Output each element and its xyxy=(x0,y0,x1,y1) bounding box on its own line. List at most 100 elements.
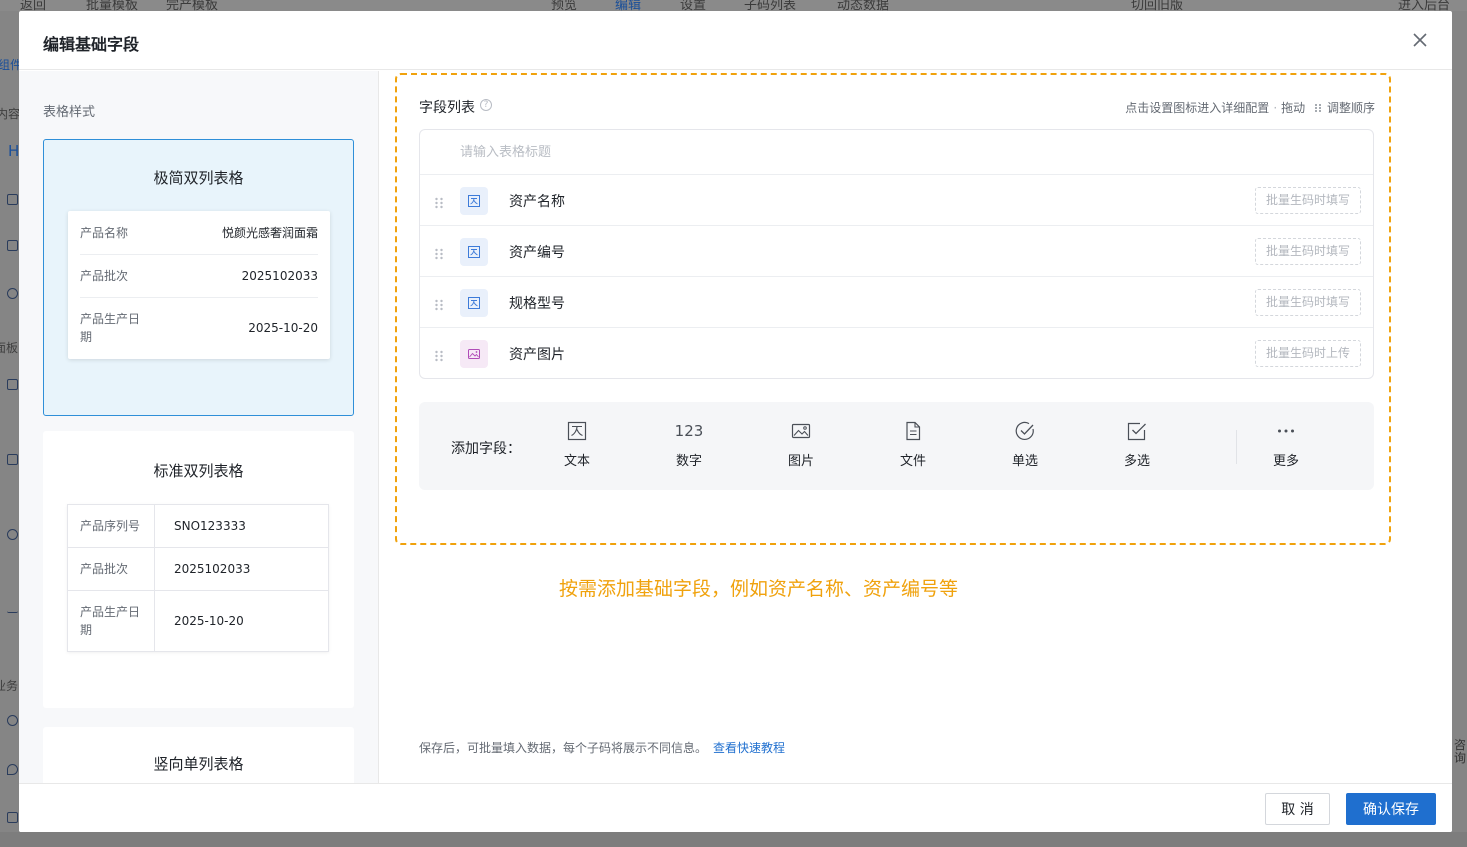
bg-left-frag: 组件 xyxy=(0,58,19,72)
add-field-bar: 添加字段： 文本 123 数字 图片 文件 单选 多选 更多 xyxy=(419,402,1374,490)
bg-left-frag: H xyxy=(8,142,19,160)
field-name: 资产编号 xyxy=(509,245,565,261)
bg-breadcrumb-2: 完产模板 xyxy=(166,0,219,11)
bg-switch-old: 切回旧版 xyxy=(1131,0,1184,11)
background-bottom xyxy=(0,832,1467,847)
file-icon xyxy=(906,421,921,441)
add-single-choice-button[interactable]: 单选 xyxy=(990,420,1060,474)
background-topbar: 返回 批量模板 完产模板 预览 编辑 设置 子码列表 动态数据 切回旧版 进入后… xyxy=(0,0,1467,11)
bg-edit-icon xyxy=(7,454,18,465)
style-card-title: 竖向单列表格 xyxy=(153,755,244,773)
modal-header: 编辑基础字段 xyxy=(19,11,1452,70)
more-field-types-button[interactable]: 更多 xyxy=(1251,420,1321,474)
modal-footer: 取 消 确认保存 xyxy=(19,783,1452,832)
field-fill-mode-tag: 批量生码时填写 xyxy=(1255,187,1361,214)
drag-handle-icon[interactable] xyxy=(434,347,444,362)
annotation-text: 按需添加基础字段，例如资产名称、资产编号等 xyxy=(559,578,959,600)
field-fill-mode-tag: 批量生码时填写 xyxy=(1255,289,1361,316)
table-style-panel: 表格样式 极简双列表格 产品名称 悦颜光感奢润面霜 产品批次 202510203… xyxy=(19,71,379,783)
field-name: 资产名称 xyxy=(509,194,565,210)
preview-table: 产品名称 悦颜光感奢润面霜 产品批次 2025102033 产品生产日期 202… xyxy=(68,211,330,359)
bg-breadcrumb-1: 批量模板 xyxy=(86,0,139,11)
field-fill-mode-tag: 批量生码时上传 xyxy=(1255,340,1361,367)
background-left-sidebar: 组件 内容 H 面板 业务 xyxy=(0,11,19,847)
field-row[interactable]: 资产名称 批量生码时填写 xyxy=(420,175,1373,226)
image-icon xyxy=(460,340,488,368)
bg-tab-dynamic: 动态数据 xyxy=(837,0,890,11)
field-name: 资产图片 xyxy=(509,347,565,363)
bg-list-icon xyxy=(7,194,18,205)
bg-consult-label: 咨询 xyxy=(1454,738,1467,765)
bg-image-icon xyxy=(7,240,18,251)
table-title-input[interactable] xyxy=(420,130,1373,175)
style-card-minimal[interactable]: 极简双列表格 产品名称 悦颜光感奢润面霜 产品批次 2025102033 产品生… xyxy=(43,139,354,416)
field-row[interactable]: 资产图片 批量生码时上传 xyxy=(420,328,1373,379)
hint-text: 点击设置图标进入详细配置 xyxy=(1125,101,1270,115)
preview-row: 产品生产日期 2025-10-20 xyxy=(80,605,244,637)
text-icon xyxy=(460,187,488,215)
drag-dots-icon xyxy=(1314,102,1322,112)
save-note: 保存后，可批量填入数据，每个子码将展示不同信息。 查看快速教程 xyxy=(419,739,785,756)
bg-chart-icon xyxy=(7,602,18,613)
bg-location-icon xyxy=(7,764,18,775)
tutorial-link[interactable]: 查看快速教程 xyxy=(713,741,785,755)
bg-enter-admin: 进入后台 xyxy=(1398,0,1451,11)
bg-clock-icon xyxy=(7,529,18,540)
field-list-title: 字段列表 xyxy=(419,100,475,116)
text-icon xyxy=(567,421,587,441)
add-file-field-button[interactable]: 文件 xyxy=(878,420,948,474)
divider xyxy=(1236,430,1237,464)
field-fill-mode-tag: 批量生码时填写 xyxy=(1255,238,1361,265)
edit-fields-modal: 编辑基础字段 表格样式 极简双列表格 产品名称 悦颜光感奢润面霜 产品批次 20… xyxy=(19,11,1452,832)
preview-row: 产品序列号 SNO123333 xyxy=(68,505,328,548)
divider xyxy=(80,254,318,255)
bg-left-frag: 面板 xyxy=(0,341,19,355)
bg-tab-edit: 编辑 xyxy=(615,0,642,11)
text-icon xyxy=(460,289,488,317)
image-icon xyxy=(791,423,811,439)
field-row[interactable]: 规格型号 批量生码时填写 xyxy=(420,277,1373,328)
preview-row: 产品生产日期 2025-10-20 xyxy=(80,312,318,344)
field-row[interactable]: 资产编号 批量生码时填写 xyxy=(420,226,1373,277)
checkbox-icon xyxy=(1127,422,1146,441)
bg-left-frag: 内容 xyxy=(0,107,19,121)
bg-tab-settings: 设置 xyxy=(680,0,707,11)
help-icon[interactable]: ? xyxy=(480,99,492,111)
add-text-field-button[interactable]: 文本 xyxy=(542,420,612,474)
bg-left-frag: 业务 xyxy=(0,679,19,693)
number-icon: 123 xyxy=(674,422,704,440)
bg-doc-icon xyxy=(7,379,18,390)
drag-handle-icon[interactable] xyxy=(434,194,444,209)
drag-handle-icon[interactable] xyxy=(434,296,444,311)
style-card-title: 标准双列表格 xyxy=(153,462,244,480)
field-list: 资产名称 批量生码时填写 资产编号 批量生码时填写 规格型号 批量生码时填写 xyxy=(419,129,1374,379)
close-icon[interactable] xyxy=(1408,28,1432,52)
style-card-standard[interactable]: 标准双列表格 产品序列号 SNO123333 产品批次 2025102033 产… xyxy=(43,431,354,708)
preview-grid-table: 产品序列号 SNO123333 产品批次 2025102033 产品生产日期 2… xyxy=(67,504,329,652)
field-list-hint: 点击设置图标进入详细配置 · 拖动 调整顺序 xyxy=(1125,101,1375,115)
save-note-text: 保存后，可批量填入数据，每个子码将展示不同信息。 xyxy=(419,741,708,755)
add-field-label: 添加字段： xyxy=(451,441,521,457)
cancel-button[interactable]: 取 消 xyxy=(1265,793,1330,825)
background-right-edge: 咨询 xyxy=(1452,11,1467,847)
bg-tab-preview: 预览 xyxy=(551,0,578,11)
field-name: 规格型号 xyxy=(509,296,565,312)
add-multi-choice-button[interactable]: 多选 xyxy=(1102,420,1172,474)
table-style-label: 表格样式 xyxy=(43,105,96,120)
modal-title: 编辑基础字段 xyxy=(43,35,140,54)
preview-row: 产品批次 2025102033 xyxy=(68,548,328,591)
style-card-vertical[interactable]: 竖向单列表格 xyxy=(43,727,354,783)
confirm-save-button[interactable]: 确认保存 xyxy=(1346,793,1436,825)
add-number-field-button[interactable]: 123 数字 xyxy=(654,420,724,474)
hint-order: 调整顺序 xyxy=(1326,101,1375,115)
divider xyxy=(80,297,318,298)
radio-check-icon xyxy=(1015,421,1034,440)
bg-link-icon xyxy=(7,715,18,726)
bg-music-icon xyxy=(7,288,18,299)
add-image-field-button[interactable]: 图片 xyxy=(766,420,836,474)
drag-handle-icon[interactable] xyxy=(434,245,444,260)
bg-back-link: 返回 xyxy=(20,0,47,11)
bg-chat-icon xyxy=(7,812,18,823)
more-icon xyxy=(1278,429,1294,433)
style-card-title: 极简双列表格 xyxy=(153,169,244,187)
